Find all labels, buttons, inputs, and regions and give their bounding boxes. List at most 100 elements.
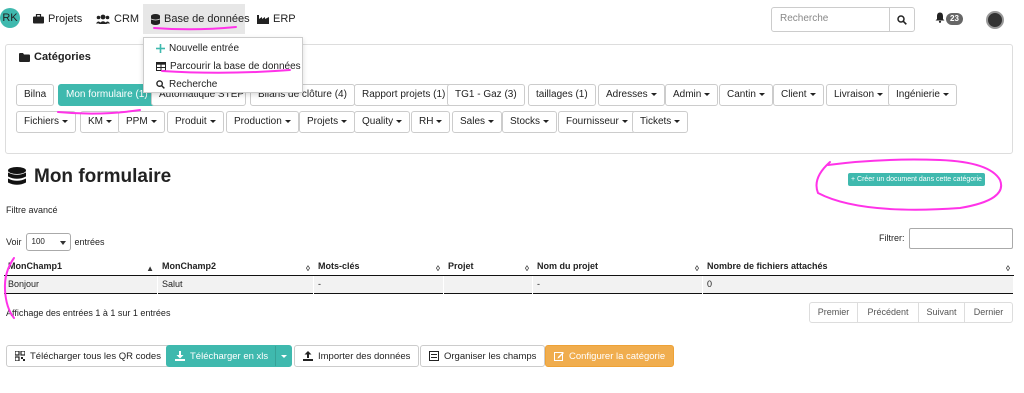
category-sales[interactable]: Sales [452, 111, 503, 133]
column-header[interactable]: Mots-clés ◊ [314, 258, 444, 276]
category-label: Ingénierie [896, 89, 940, 100]
category-quality[interactable]: Quality [354, 111, 411, 133]
pagination-next[interactable]: Suivant [918, 302, 965, 323]
caret-down-icon [650, 92, 657, 96]
category-label: Fournisseur [566, 116, 619, 127]
plus-icon [156, 44, 165, 53]
category-tickets[interactable]: Tickets [632, 111, 689, 133]
category-label: taillages (1) [536, 89, 588, 100]
import-data-button[interactable]: Importer des données [294, 345, 420, 367]
caret-down-icon [942, 92, 949, 96]
database-dropdown-menu: Nouvelle entrée Parcourir la base de don… [143, 37, 303, 93]
users-icon [96, 14, 110, 24]
category-label: Quality [362, 116, 394, 127]
nav-projets[interactable]: Projets [33, 12, 82, 26]
upload-icon [303, 351, 313, 361]
caret-down-icon [877, 92, 884, 96]
nav-base-de-donnees[interactable]: Base de données [151, 12, 250, 26]
category-client[interactable]: Client [773, 84, 824, 106]
column-header[interactable]: Nombre de fichiers attachés ◊ [703, 258, 1014, 276]
menu-item-parcourir[interactable]: Parcourir la base de données [156, 61, 301, 72]
download-xls-button[interactable]: Télécharger en xls [166, 345, 292, 367]
category-fournisseur[interactable]: Fournisseur [558, 111, 636, 133]
bell-icon[interactable] [935, 12, 945, 23]
table-row[interactable]: Bonjour Salut - - 0 [4, 276, 1014, 294]
category-adresses[interactable]: Adresses [598, 84, 665, 106]
list-icon [429, 351, 439, 361]
xls-dropdown-toggle[interactable] [275, 346, 291, 366]
advanced-filter-link[interactable]: Filtre avancé [6, 205, 58, 215]
create-document-button[interactable]: + Créer un document dans cette catégorie [848, 173, 985, 186]
pagination-last[interactable]: Dernier [964, 302, 1013, 323]
column-header[interactable]: MonChamp1 ▲ [4, 258, 158, 276]
menu-item-nouvelle-entree[interactable]: Nouvelle entrée [156, 43, 239, 54]
caret-down-icon [488, 119, 495, 123]
caret-down-icon [704, 92, 711, 96]
category-rapport-projets[interactable]: Rapport projets (1) [354, 84, 454, 106]
category-ppm[interactable]: PPM [118, 111, 165, 133]
column-header[interactable]: Projet ◊ [444, 258, 533, 276]
menu-item-label: Parcourir la base de données [170, 61, 301, 72]
nav-erp-label: ERP [273, 13, 296, 25]
configure-category-button[interactable]: Configurer la catégorie [545, 345, 675, 367]
category-label: KM [88, 116, 103, 127]
organize-fields-button[interactable]: Organiser les champs [420, 345, 546, 367]
table-icon [156, 62, 166, 71]
category-km[interactable]: KM [80, 111, 120, 133]
user-profile-picture[interactable] [986, 11, 1004, 29]
category-cantin[interactable]: Cantin [719, 84, 773, 106]
category-tg1-gaz[interactable]: TG1 - Gaz (3) [447, 84, 525, 106]
category-fichiers[interactable]: Fichiers [16, 111, 77, 133]
category-label: Livraison [834, 89, 875, 100]
menu-item-recherche[interactable]: Recherche [156, 79, 217, 90]
avatar[interactable]: RK [0, 8, 20, 28]
table-cell [444, 276, 533, 294]
search-icon [897, 14, 907, 25]
category-bilna[interactable]: Bilna [16, 84, 55, 106]
caret-down-icon [436, 119, 443, 123]
page-length-select[interactable]: 100 [25, 233, 71, 251]
category-produit[interactable]: Produit [167, 111, 224, 133]
category-livraison[interactable]: Livraison [826, 84, 892, 106]
category-rh[interactable]: RH [411, 111, 451, 133]
column-header[interactable]: Nom du projet ◊ [533, 258, 703, 276]
caret-down-icon [281, 355, 287, 358]
category-stocks[interactable]: Stocks [502, 111, 558, 133]
category-label: PPM [126, 116, 148, 127]
category-taillages[interactable]: taillages (1) [528, 84, 596, 106]
entries-label: entrées [74, 237, 105, 247]
menu-item-label: Nouvelle entrée [169, 43, 240, 54]
caret-down-icon [809, 92, 816, 96]
filter-input[interactable] [909, 228, 1013, 249]
nav-crm[interactable]: CRM [96, 12, 139, 26]
caret-down-icon [284, 119, 291, 123]
button-label: Importer des données [318, 350, 411, 362]
database-icon [8, 166, 26, 185]
nav-crm-label: CRM [114, 13, 140, 25]
download-qr-codes-button[interactable]: Télécharger tous les QR codes [6, 345, 170, 367]
table-cell: - [314, 276, 444, 294]
nav-base-de-donnees-label: Base de données [164, 13, 250, 25]
pagination-first[interactable]: Premier [809, 302, 858, 323]
table-cell: Bonjour [4, 276, 158, 294]
category-label: Stocks [510, 116, 541, 127]
caret-down-icon [543, 119, 550, 123]
category-label: Client [781, 89, 807, 100]
caret-down-icon [150, 119, 157, 123]
category-mon-formulaire[interactable]: Mon formulaire (1) [58, 84, 156, 106]
search-input[interactable]: Recherche [771, 7, 890, 32]
pagination-previous[interactable]: Précédent [857, 302, 919, 323]
category-ingenierie[interactable]: Ingénierie [888, 84, 957, 106]
search-button[interactable] [889, 7, 915, 32]
category-admin[interactable]: Admin [665, 84, 719, 106]
category-label: TG1 - Gaz (3) [455, 89, 517, 100]
category-label: Bilna [24, 89, 47, 100]
caret-down-icon [758, 92, 765, 96]
nav-erp[interactable]: ERP [257, 12, 296, 26]
category-production[interactable]: Production [226, 111, 299, 133]
column-header[interactable]: MonChamp2 ◊ [158, 258, 314, 276]
category-projets[interactable]: Projets [299, 111, 356, 133]
column-header-label: Mots-clés [318, 261, 360, 271]
category-label: Projets [307, 116, 339, 127]
category-label: Produit [175, 116, 207, 127]
